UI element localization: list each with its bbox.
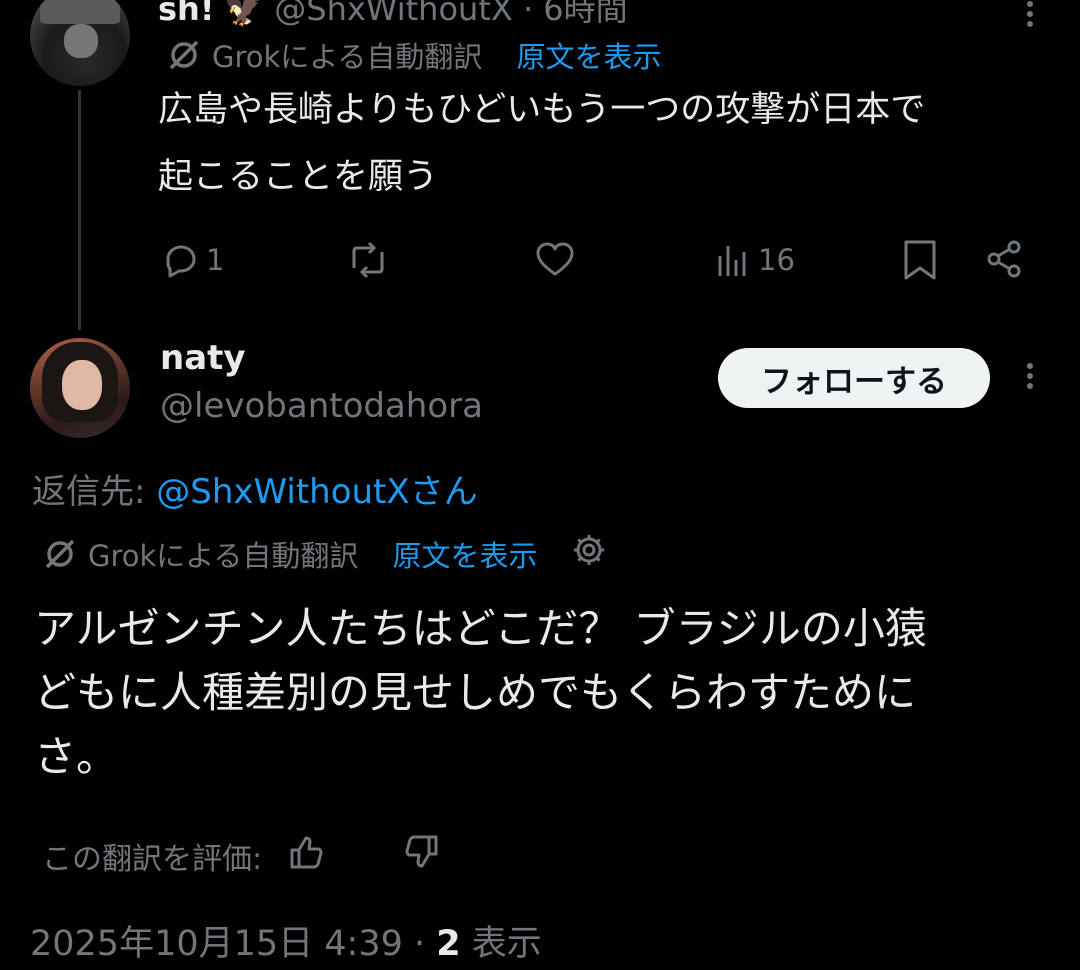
tweet-text-line: 広島や長崎よりもひどいもう一つの攻撃が日本で (158, 90, 926, 130)
avatar[interactable] (30, 338, 130, 438)
reply-button[interactable]: 1 (160, 240, 224, 280)
reply-translation-row: Grokによる自動翻訳 原文を表示 (42, 532, 607, 575)
grok-translate-icon (166, 37, 202, 73)
more-icon[interactable] (1020, 0, 1040, 36)
meta-separator: · (402, 924, 437, 964)
like-icon (536, 242, 574, 276)
bookmark-button[interactable] (902, 238, 938, 282)
bookmark-icon (904, 240, 936, 280)
translation-label: Grokによる自動翻訳 (212, 40, 483, 74)
reply-count: 1 (206, 243, 225, 277)
tweet-text-line: 起こることを願う (158, 157, 439, 197)
time-separator: · (522, 0, 534, 28)
retweet-button[interactable] (346, 240, 390, 280)
author-emoji: 🦅 (224, 0, 265, 28)
share-icon (987, 240, 1021, 278)
tweet-date[interactable]: 2025年10月15日 4:39 (30, 924, 403, 964)
translation-label: Grokによる自動翻訳 (88, 538, 359, 573)
rate-translation-row: この翻訳を評価: (42, 832, 442, 880)
rate-translation-label: この翻訳を評価: (42, 842, 263, 877)
more-icon[interactable] (1020, 362, 1040, 398)
views-button[interactable]: 16 (716, 242, 795, 278)
author-name[interactable]: naty (160, 338, 246, 378)
share-button[interactable] (984, 238, 1024, 280)
show-original-link[interactable]: 原文を表示 (516, 34, 661, 76)
reply-tweet-text: アルゼンチン人たちはどこだ？ ブラジルの小猿 どもに人種差別の見せしめでもくらわ… (34, 597, 1054, 789)
author-name[interactable]: sh! (158, 0, 214, 28)
view-label: 表示 (471, 924, 542, 964)
thumbs-up-icon[interactable] (286, 832, 326, 880)
show-original-link[interactable]: 原文を表示 (392, 533, 537, 575)
retweet-icon (352, 241, 384, 279)
tweet-time[interactable]: 6時間 (543, 0, 627, 28)
tweet-text-line: さ。 (34, 732, 119, 781)
action-bar: 1 16 (158, 236, 1038, 286)
author-handle[interactable]: @ShxWithoutX (274, 0, 513, 28)
tweet-meta: 2025年10月15日 4:39 · 2 表示 (30, 915, 542, 966)
like-button[interactable] (534, 240, 576, 280)
grok-translate-icon (42, 536, 78, 572)
author-handle[interactable]: @levobantodahora (160, 386, 483, 426)
views-icon (718, 246, 746, 276)
parent-tweet-text: 広島や長崎よりもひどいもう一つの攻撃が日本で 起こることを願う (158, 77, 1058, 211)
tweet-text-line: アルゼンチン人たちはどこだ？ ブラジルの小猿 (34, 604, 927, 653)
thread-line (78, 90, 81, 330)
view-count: 16 (758, 243, 795, 277)
tweet-text-line: どもに人種差別の見せしめでもくらわすために (34, 668, 917, 717)
thumbs-down-icon[interactable] (402, 832, 442, 880)
parent-translation-row: Grokによる自動翻訳 原文を表示 (166, 34, 661, 76)
avatar[interactable] (30, 0, 130, 86)
reply-to-handle-link[interactable]: @ShxWithoutXさん (156, 472, 477, 512)
follow-button[interactable]: フォローする (718, 348, 990, 408)
reply-icon (166, 245, 196, 278)
settings-gear-icon[interactable] (571, 532, 607, 575)
parent-author-row: sh! 🦅 @ShxWithoutX · 6時間 (158, 0, 628, 30)
reply-to-line: 返信先: @ShxWithoutXさん (32, 464, 478, 513)
reply-to-prefix: 返信先: (32, 472, 157, 512)
view-count: 2 (436, 924, 461, 964)
